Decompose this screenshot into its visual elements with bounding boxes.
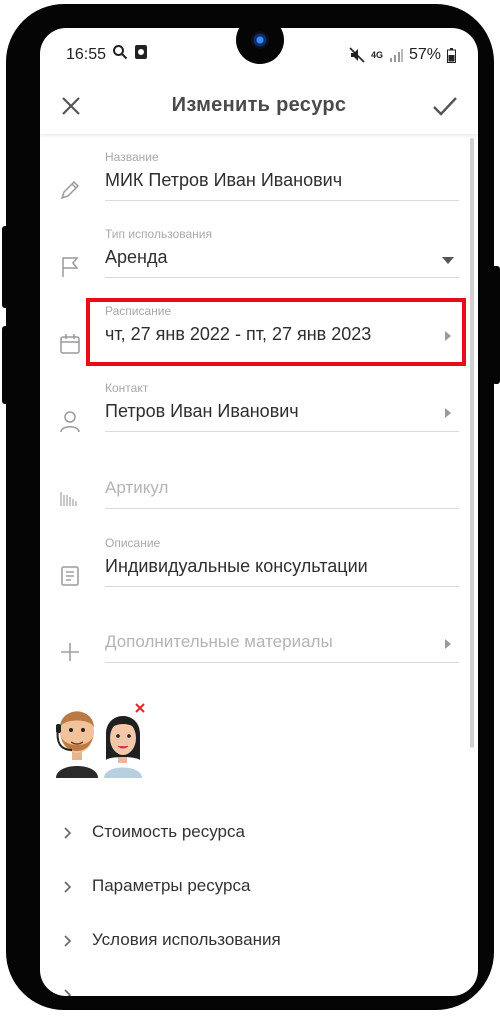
- section-label: Стоимость ресурса: [92, 822, 245, 841]
- chevron-right-icon: [64, 935, 72, 947]
- chevron-right-icon[interactable]: [444, 331, 452, 341]
- mute-icon: [349, 47, 365, 63]
- contact-label: Контакт: [105, 381, 149, 395]
- schedule-label: Расписание: [105, 304, 172, 318]
- name-label: Название: [105, 150, 159, 164]
- flag-icon: [62, 257, 79, 277]
- phone-frame: 16:55 4G 57% Изменить ресурс Название МИ…: [2, 4, 500, 1010]
- contact-value[interactable]: Петров Иван Иванович: [105, 401, 299, 422]
- signal-icon: [389, 49, 403, 62]
- male-avatar-icon: [56, 711, 98, 778]
- extras-field[interactable]: Дополнительные материалы: [40, 612, 478, 682]
- sku-field[interactable]: Артикул: [40, 458, 478, 528]
- section-usage-conditions[interactable]: Условия использования: [64, 926, 444, 956]
- volume-button: [2, 226, 10, 308]
- battery-icon: [447, 47, 456, 63]
- section-label: Параметры ресурса: [92, 876, 251, 895]
- name-field[interactable]: Название МИК Петров Иван Иванович: [40, 150, 478, 220]
- divider: [105, 200, 459, 201]
- front-camera: [236, 16, 284, 64]
- page-title: Изменить ресурс: [171, 94, 347, 116]
- chevron-right-icon: [64, 827, 72, 839]
- extras-input[interactable]: Дополнительные материалы: [105, 632, 333, 652]
- app-icon: [135, 45, 147, 59]
- dropdown-arrow-icon[interactable]: [442, 257, 454, 265]
- section-partial[interactable]: [64, 980, 444, 996]
- document-icon: [61, 566, 79, 586]
- chevron-right-icon: [64, 881, 72, 893]
- section-label: Условия использования: [92, 930, 281, 949]
- name-value[interactable]: МИК Петров Иван Иванович: [105, 170, 342, 191]
- check-icon[interactable]: [432, 95, 458, 117]
- divider: [105, 277, 459, 278]
- divider: [105, 508, 459, 509]
- app-bar: Изменить ресурс: [40, 80, 478, 134]
- status-time: 16:55: [66, 46, 107, 63]
- description-label: Описание: [105, 536, 161, 550]
- divider: [105, 586, 459, 587]
- person-icon: [60, 411, 80, 433]
- pencil-icon: [60, 180, 80, 200]
- usage-type-label: Тип использования: [105, 227, 212, 241]
- contact-field[interactable]: Контакт Петров Иван Иванович: [40, 381, 478, 451]
- battery-percent: 57%: [408, 46, 441, 63]
- barcode-icon: [60, 492, 77, 506]
- schedule-field[interactable]: Расписание чт, 27 янв 2022 - пт, 27 янв …: [40, 304, 478, 374]
- plus-icon: [61, 643, 79, 661]
- usage-type-field[interactable]: Тип использования Аренда: [40, 227, 478, 297]
- remove-icon: [135, 703, 145, 713]
- chevron-right-icon[interactable]: [444, 639, 452, 649]
- network-4g-icon: 4G: [370, 49, 383, 60]
- power-button: [492, 266, 500, 384]
- search-icon: [113, 45, 128, 60]
- description-value[interactable]: Индивидуальные консультации: [105, 556, 368, 577]
- chevron-right-icon[interactable]: [444, 408, 452, 418]
- sku-input[interactable]: Артикул: [105, 478, 168, 498]
- calendar-icon: [60, 334, 80, 354]
- female-avatar-icon: [104, 716, 142, 778]
- divider: [105, 431, 459, 432]
- usage-type-value[interactable]: Аренда: [105, 247, 167, 268]
- divider: [105, 662, 459, 663]
- schedule-value[interactable]: чт, 27 янв 2022 - пт, 27 янв 2023: [105, 324, 371, 345]
- screen: 16:55 4G 57% Изменить ресурс Название МИ…: [40, 28, 478, 996]
- section-resource-cost[interactable]: Стоимость ресурса: [64, 818, 444, 848]
- contact-avatars: [56, 703, 145, 778]
- description-field[interactable]: Описание Индивидуальные консультации: [40, 536, 478, 606]
- section-resource-params[interactable]: Параметры ресурса: [64, 872, 444, 902]
- chevron-right-icon: [64, 989, 72, 996]
- side-button: [2, 326, 10, 404]
